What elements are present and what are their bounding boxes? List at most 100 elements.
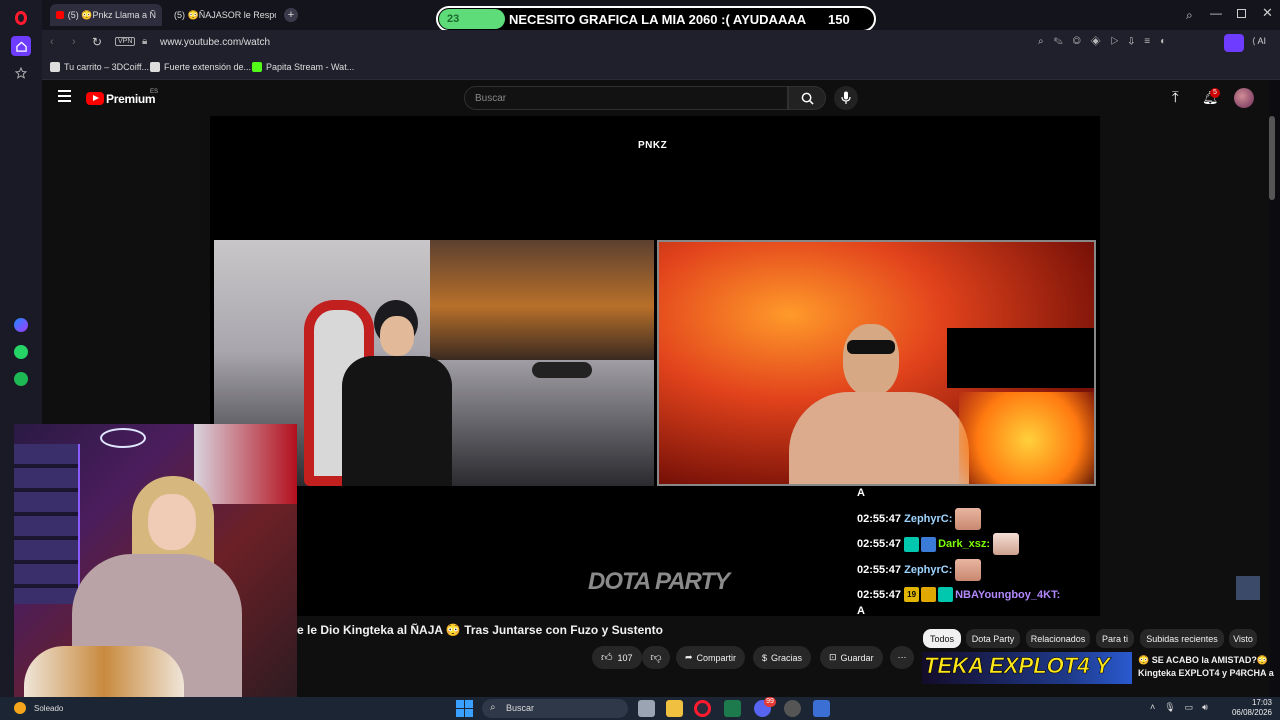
weather-label[interactable]: Soleado — [34, 704, 63, 713]
notification-count-badge: 5 — [1210, 88, 1220, 98]
bookmark-item[interactable]: Tu carrito – 3DCoiff... — [50, 62, 149, 72]
collectibles-shelf — [14, 444, 80, 604]
search-tabs-icon[interactable]: ⌕ — [1186, 8, 1193, 23]
reload-icon[interactable]: ↻ — [92, 35, 102, 49]
dislike-button[interactable]: 👎︎ — [642, 646, 670, 669]
bookmark-item[interactable]: Papita Stream - Wat... — [252, 62, 354, 72]
wall-flag — [194, 424, 297, 504]
share-icon: ➦ — [685, 652, 693, 662]
goal-current-count: 23 — [447, 13, 460, 25]
bookmarks-bar: Tu carrito – 3DCoiff... Fuerte extensión… — [42, 56, 1280, 80]
bookmark-item[interactable]: Fuerte extensión de... — [150, 62, 251, 72]
goal-target-count: 150 — [828, 11, 850, 27]
messenger-icon[interactable] — [11, 315, 31, 335]
search-input[interactable]: Buscar — [464, 86, 788, 110]
recommended-title-line2[interactable]: Kingteka EXPLOT4 y P4RCHA a — [1138, 668, 1274, 678]
tab-najasor[interactable]: (5) 😳ÑAJASOR le Respo — [164, 4, 276, 26]
minimize-button[interactable]: — — [1210, 6, 1222, 20]
file-explorer-icon[interactable] — [666, 700, 683, 717]
chip-para-ti[interactable]: Para ti — [1096, 629, 1134, 648]
goal-message: NECESITO GRAFICA LA MIA 2060 :( AYUDAAAA — [509, 11, 807, 27]
bookmark-label: Fuerte extensión de... — [164, 62, 252, 72]
tab-pnkz[interactable]: (5) 😳Pnkz Llama a Ñ — [50, 4, 162, 26]
youtube-logo-icon[interactable] — [86, 92, 104, 105]
voice-search-button[interactable] — [834, 86, 858, 110]
page-scrollbar[interactable] — [1269, 116, 1275, 200]
search-button[interactable] — [788, 86, 826, 110]
windows-start-icon[interactable] — [456, 700, 473, 717]
vpn-badge[interactable]: VPN — [115, 37, 136, 46]
share-button[interactable]: ➦ Compartir — [676, 646, 746, 669]
chat-username: NBAYoungboy_4KT: — [955, 588, 1061, 601]
goal-progress-fill: 23 — [439, 9, 505, 29]
chip-dota-party[interactable]: Dota Party — [966, 629, 1020, 648]
chat-username: Dark_xsz: — [938, 538, 991, 550]
chat-message: 02:55:47 ZephyrC: — [857, 559, 982, 581]
sunglasses — [847, 340, 895, 354]
recommended-thumbnail[interactable]: TEKA EXPLOT4 Y — [922, 652, 1132, 684]
thumbs-up-icon: 👍︎ — [601, 652, 613, 664]
more-actions-button[interactable]: ⋯ — [890, 646, 914, 669]
neon-light — [100, 428, 146, 448]
clock-time[interactable]: 17:03 — [1230, 698, 1272, 707]
avatar[interactable] — [1234, 88, 1254, 108]
menu-icon[interactable] — [58, 90, 71, 102]
chip-visto[interactable]: Visto — [1229, 629, 1257, 648]
task-view-icon[interactable] — [638, 700, 655, 717]
recommended-title-line1[interactable]: 😳 SE ACABO la AMISTAD?😳 — [1138, 655, 1268, 666]
chat-emote-icon — [993, 533, 1020, 555]
person-body — [342, 356, 452, 486]
opera-taskbar-icon[interactable] — [694, 700, 711, 717]
chip-subidas-recientes[interactable]: Subidas recientes — [1140, 629, 1224, 648]
thanks-button[interactable]: $ Gracias — [753, 646, 812, 669]
spotify-icon[interactable] — [11, 369, 31, 389]
weather-sun-icon[interactable] — [14, 702, 26, 714]
chip-relacionados[interactable]: Relacionados — [1026, 629, 1090, 648]
chip-todos[interactable]: Todos — [923, 629, 961, 648]
donation-goal-banner: 23 NECESITO GRAFICA LA MIA 2060 :( AYUDA… — [436, 6, 876, 32]
streamer-face — [148, 494, 196, 550]
back-icon[interactable]: ‹ — [50, 36, 54, 48]
taskbar-search-icon: ⌕ — [490, 702, 496, 713]
person-body — [789, 392, 969, 484]
app-taskbar-icon[interactable] — [784, 700, 801, 717]
taskbar-search[interactable]: ⌕ Buscar — [482, 699, 628, 718]
windows-taskbar: Soleado ⌕ Buscar 99 ˄🎙︎▭🔊︎ 17:03 06/08/2… — [0, 697, 1280, 720]
app-taskbar-icon[interactable] — [724, 700, 741, 717]
search-icon — [801, 92, 814, 105]
address-bar-tools-icons[interactable]: ⌕✎◎◈▷⇩≡◐ — [1038, 36, 1176, 47]
forward-icon[interactable]: › — [72, 36, 76, 48]
maximize-button[interactable] — [1237, 9, 1246, 18]
streamer-webcam — [14, 424, 297, 708]
region-code: ES — [150, 89, 159, 95]
whatsapp-icon[interactable] — [11, 342, 31, 362]
person-face — [380, 316, 414, 356]
youtube-tab-icon — [56, 11, 64, 19]
fire-burst — [959, 392, 1094, 484]
save-button[interactable]: ⊡ Guardar — [820, 646, 883, 669]
chat-username: ZephyrC: — [904, 564, 953, 576]
microphone-icon — [841, 91, 851, 104]
home-icon[interactable] — [11, 36, 31, 56]
star-icon[interactable] — [11, 63, 31, 83]
like-button[interactable]: 👍︎ 107 — [592, 646, 642, 669]
extension-icon[interactable] — [1224, 34, 1244, 52]
opera-logo-icon[interactable] — [11, 8, 31, 28]
window-city-view — [430, 240, 654, 360]
chat-sub-badge: 19 — [904, 587, 920, 602]
settings-taskbar-icon[interactable] — [813, 700, 830, 717]
aria-ai-button[interactable]: ⟨ AI — [1252, 36, 1266, 47]
chat-fragment-top: A — [857, 487, 865, 499]
clock-date[interactable]: 06/08/2026 — [1228, 708, 1272, 717]
url-field[interactable]: www.youtube.com/watch — [160, 37, 270, 48]
search-placeholder: Buscar — [475, 93, 507, 104]
system-tray-icons[interactable]: ˄🎙︎▭🔊︎ — [1150, 702, 1217, 713]
thumbs-down-icon: 👎︎ — [650, 652, 662, 664]
close-window-button[interactable]: ✕ — [1262, 5, 1273, 21]
upload-icon[interactable]: ⤒ — [1172, 89, 1179, 106]
person-face — [843, 324, 899, 396]
chat-timestamp: 02:55:47 — [857, 588, 902, 601]
crown-badge-icon — [921, 587, 937, 602]
tab-label: (5) 😳ÑAJASOR le Respo — [174, 9, 276, 20]
new-tab-button[interactable]: + — [284, 8, 298, 22]
